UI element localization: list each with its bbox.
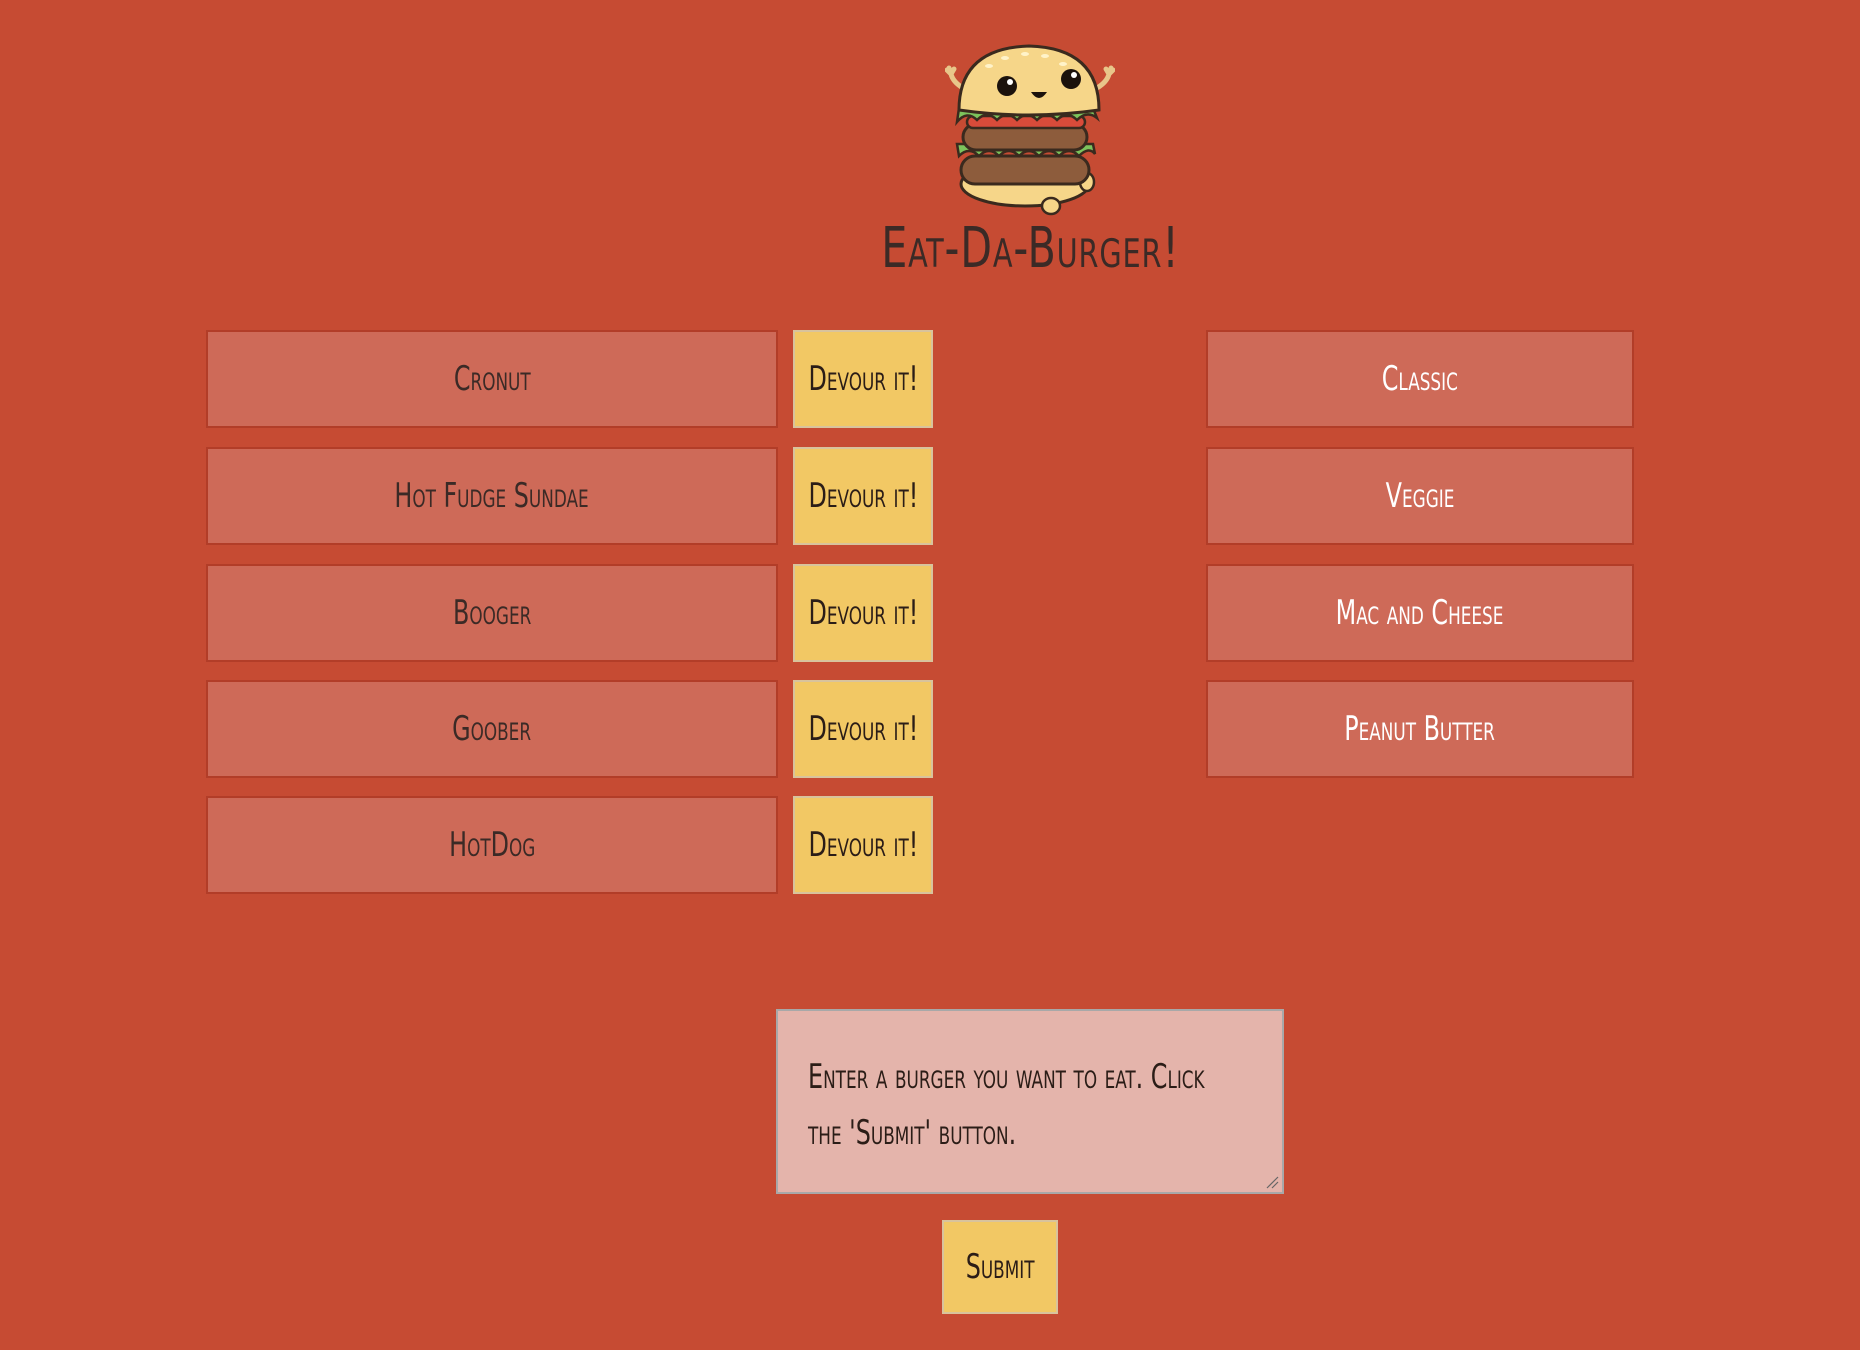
devour-button[interactable]: Devour it! (793, 330, 933, 428)
page-title: Eat-Da-Burger! (881, 216, 1180, 281)
eaten-burger-item: Classic (1206, 330, 1634, 428)
devour-button[interactable]: Devour it! (793, 564, 933, 662)
devour-button[interactable]: Devour it! (793, 796, 933, 894)
eaten-burger-item: Mac and Cheese (1206, 564, 1634, 662)
submit-button[interactable]: Submit (942, 1220, 1058, 1314)
uneaten-burger-item: HotDog (206, 796, 778, 894)
uneaten-burger-item: Hot Fudge Sundae (206, 447, 778, 545)
burger-input-textarea[interactable]: Enter a burger you want to eat. Click th… (776, 1009, 1284, 1194)
burger-input-placeholder: Enter a burger you want to eat. Click th… (808, 1057, 1205, 1153)
uneaten-burger-item: Goober (206, 680, 778, 778)
uneaten-burger-item: Booger (206, 564, 778, 662)
eaten-burger-item: Veggie (1206, 447, 1634, 545)
uneaten-burger-item: Cronut (206, 330, 778, 428)
resize-handle-icon[interactable] (1265, 1175, 1279, 1189)
burger-mascot-icon (945, 44, 1115, 216)
devour-button[interactable]: Devour it! (793, 447, 933, 545)
devour-button[interactable]: Devour it! (793, 680, 933, 778)
eaten-burger-item: Peanut Butter (1206, 680, 1634, 778)
